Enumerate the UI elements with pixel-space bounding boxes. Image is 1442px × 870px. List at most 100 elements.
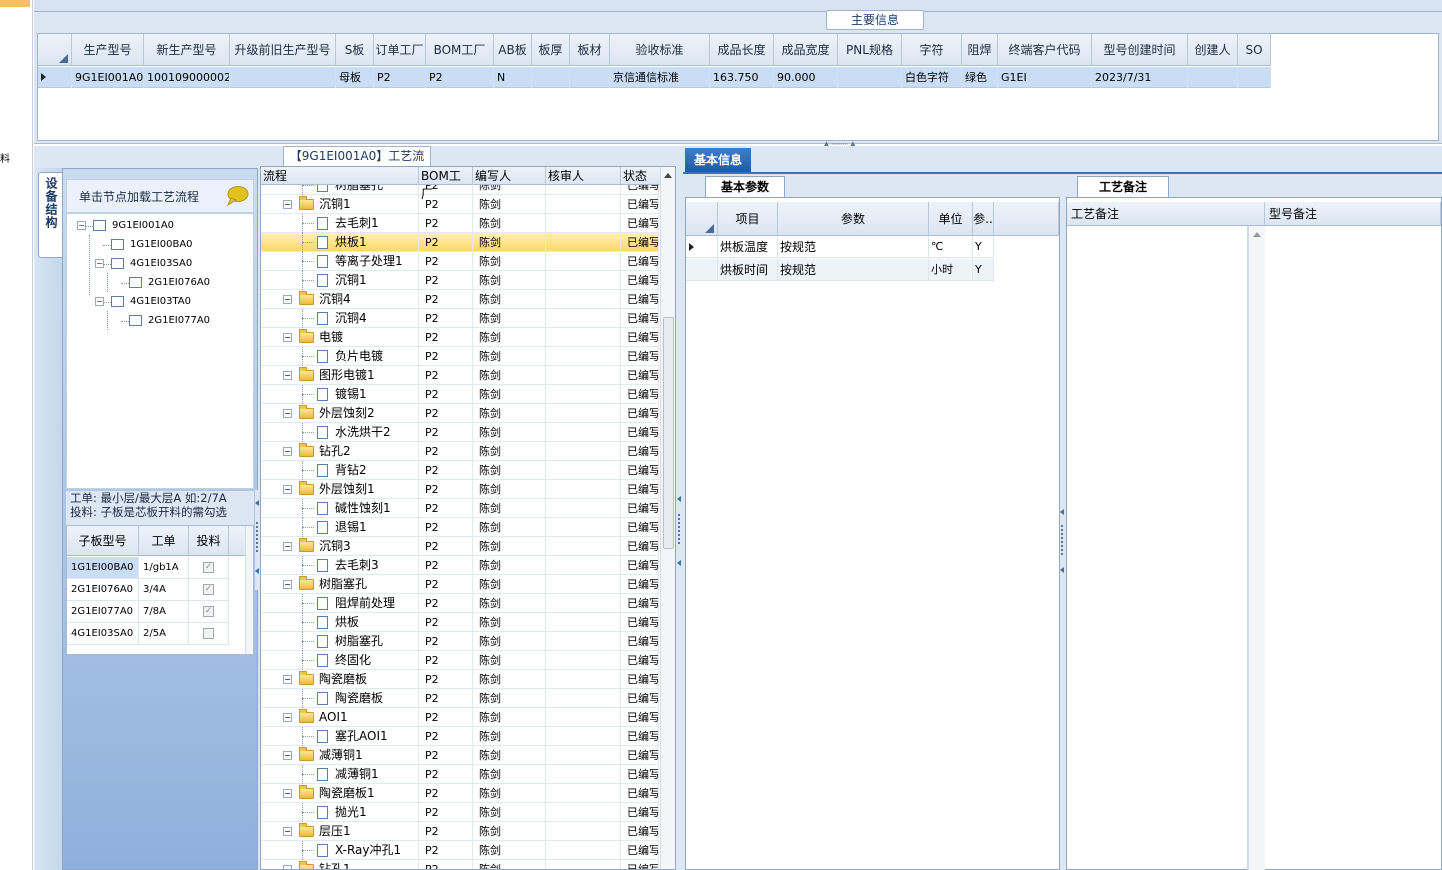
- flow-row[interactable]: 退锡1 P2 陈剑 已编写: [261, 518, 659, 537]
- column-header[interactable]: PNL规格: [838, 34, 902, 66]
- param-cell-flag[interactable]: Y: [973, 259, 994, 281]
- scroll-up-arrow-icon[interactable]: [664, 173, 672, 178]
- param-cell-unit[interactable]: ℃: [929, 236, 973, 258]
- column-header[interactable]: 升级前旧生产型号: [230, 34, 336, 66]
- tab-process-remark[interactable]: 工艺备注: [1077, 176, 1169, 197]
- column-header[interactable]: 创建人: [1188, 34, 1238, 66]
- flow-row[interactable]: 等离子处理1 P2 陈剑 已编写: [261, 252, 659, 271]
- grid-cell[interactable]: 163.750: [710, 67, 774, 88]
- flow-row[interactable]: − AOI1 P2 陈剑 已编写: [261, 708, 659, 727]
- flow-row[interactable]: − 沉铜4 P2 陈剑 已编写: [261, 290, 659, 309]
- collapse-icon[interactable]: −: [283, 485, 292, 494]
- collapse-icon[interactable]: −: [283, 295, 292, 304]
- column-header[interactable]: S板: [336, 34, 374, 66]
- grid-cell[interactable]: 9G1EI001A0: [72, 67, 144, 88]
- grid-cell[interactable]: 京信通信标准: [610, 67, 710, 88]
- sub-grid-scrollbar[interactable]: [245, 526, 253, 654]
- flow-row[interactable]: − 层压1 P2 陈剑 已编写: [261, 822, 659, 841]
- grid-cell[interactable]: N: [494, 67, 532, 88]
- param-column-header[interactable]: 参..: [973, 202, 994, 236]
- collapse-icon[interactable]: −: [283, 751, 292, 760]
- column-header[interactable]: 订单工厂: [374, 34, 426, 66]
- sub-grid-header[interactable]: 投料: [189, 526, 229, 556]
- grid-cell[interactable]: 绿色: [962, 67, 998, 88]
- collapse-icon[interactable]: −: [283, 371, 292, 380]
- flow-row[interactable]: − 沉铜3 P2 陈剑 已编写: [261, 537, 659, 556]
- column-header[interactable]: 成品长度: [710, 34, 774, 66]
- param-column-header[interactable]: 项目: [718, 202, 778, 236]
- grid-cell[interactable]: [1238, 67, 1271, 88]
- flow-column-header[interactable]: 状态: [621, 167, 661, 185]
- flow-row[interactable]: 陶瓷磨板 P2 陈剑 已编写: [261, 689, 659, 708]
- flow-row[interactable]: 沉铜4 P2 陈剑 已编写: [261, 309, 659, 328]
- column-header[interactable]: 阻焊: [962, 34, 998, 66]
- feed-checkbox[interactable]: [203, 627, 214, 639]
- sub-grid-cell[interactable]: 1/gb1A: [139, 557, 189, 579]
- grid-cell[interactable]: 2023/7/31: [1092, 67, 1188, 88]
- sub-grid-cell[interactable]: 1G1EI00BA0: [67, 557, 139, 579]
- flow-column-header[interactable]: 流程: [261, 167, 419, 185]
- feed-checkbox[interactable]: ✓: [203, 561, 214, 573]
- process-flow-tab[interactable]: 【9G1EI001A0】工艺流程: [283, 146, 431, 182]
- collapse-icon[interactable]: −: [283, 447, 292, 456]
- sub-grid-cell[interactable]: 2/5A: [139, 623, 189, 645]
- param-cell-param[interactable]: 按规范: [778, 236, 929, 258]
- grid-cell[interactable]: 90.000: [774, 67, 838, 88]
- column-header[interactable]: 板厚: [532, 34, 570, 66]
- model-remark-textarea[interactable]: [1265, 226, 1441, 870]
- flow-column-header[interactable]: 核审人: [546, 167, 621, 185]
- process-remark-textarea[interactable]: [1067, 226, 1248, 870]
- flow-row[interactable]: X-Ray冲孔1 P2 陈剑 已编写: [261, 841, 659, 860]
- flow-row[interactable]: 终固化 P2 陈剑 已编写: [261, 651, 659, 670]
- tree-node[interactable]: 9G1EI001A0: [93, 216, 174, 235]
- grid-cell[interactable]: [838, 67, 902, 88]
- flow-row[interactable]: 去毛刺3 P2 陈剑 已编写: [261, 556, 659, 575]
- collapse-icon[interactable]: −: [283, 789, 292, 798]
- flow-row[interactable]: 塞孔AOI1 P2 陈剑 已编写: [261, 727, 659, 746]
- param-cell-unit[interactable]: 小时: [929, 259, 973, 281]
- flow-scroll-thumb[interactable]: [663, 317, 674, 549]
- sub-grid-cell[interactable]: 2G1EI077A0: [67, 601, 139, 623]
- collapse-icon[interactable]: −: [283, 542, 292, 551]
- scroll-up-arrow-icon[interactable]: [1253, 232, 1261, 237]
- tree-node[interactable]: 4G1EI03TA0: [111, 292, 191, 311]
- column-header[interactable]: 新生产型号: [144, 34, 230, 66]
- collapse-icon[interactable]: −: [283, 409, 292, 418]
- tab-equipment-structure[interactable]: 设备结构: [38, 172, 62, 258]
- flow-basic-splitter[interactable]: [677, 490, 682, 580]
- collapse-icon[interactable]: −: [283, 675, 292, 684]
- flow-row[interactable]: − 沉铜1 P2 陈剑 已编写: [261, 195, 659, 214]
- flow-row[interactable]: − 外层蚀刻1 P2 陈剑 已编写: [261, 480, 659, 499]
- column-header[interactable]: SO: [1238, 34, 1271, 66]
- collapse-icon[interactable]: −: [283, 200, 292, 209]
- flow-row[interactable]: − 钻孔1 P2 陈剑 已编写: [261, 860, 659, 869]
- param-row[interactable]: 烘板温度 按规范 ℃ Y: [686, 236, 994, 258]
- flow-row[interactable]: 碱性蚀刻1 P2 陈剑 已编写: [261, 499, 659, 518]
- column-header[interactable]: 生产型号: [72, 34, 144, 66]
- feed-checkbox[interactable]: ✓: [203, 605, 214, 617]
- tab-basic-info[interactable]: 基本信息: [685, 148, 751, 172]
- flow-row[interactable]: 镀锡1 P2 陈剑 已编写: [261, 385, 659, 404]
- grid-cell[interactable]: 白色字符: [902, 67, 962, 88]
- column-header[interactable]: 成品宽度: [774, 34, 838, 66]
- tab-basic-params[interactable]: 基本参数: [705, 176, 785, 197]
- remark-scrollbar[interactable]: [1248, 226, 1265, 870]
- column-header[interactable]: 终端客户代码: [998, 34, 1092, 66]
- param-row[interactable]: 烘板时间 按规范 小时 Y: [686, 259, 994, 281]
- sub-grid-cell[interactable]: 3/4A: [139, 579, 189, 601]
- column-header[interactable]: 板材: [570, 34, 610, 66]
- flow-row[interactable]: − 陶瓷磨板1 P2 陈剑 已编写: [261, 784, 659, 803]
- flow-row[interactable]: 减薄铜1 P2 陈剑 已编写: [261, 765, 659, 784]
- flow-column-header[interactable]: BOM工厂: [419, 167, 473, 201]
- sub-grid-cell[interactable]: 2G1EI076A0: [67, 579, 139, 601]
- param-cell-item[interactable]: 烘板时间: [718, 259, 778, 281]
- grid-cell[interactable]: [570, 67, 610, 88]
- param-cell-flag[interactable]: Y: [973, 236, 994, 258]
- collapse-icon[interactable]: −: [283, 333, 292, 342]
- grid-cell[interactable]: [1188, 67, 1238, 88]
- flow-row[interactable]: 负片电镀 P2 陈剑 已编写: [261, 347, 659, 366]
- flow-scrollbar[interactable]: [660, 167, 675, 869]
- flow-row[interactable]: − 图形电镀1 P2 陈剑 已编写: [261, 366, 659, 385]
- flow-row[interactable]: 烘板 P2 陈剑 已编写: [261, 613, 659, 632]
- column-header[interactable]: 字符: [902, 34, 962, 66]
